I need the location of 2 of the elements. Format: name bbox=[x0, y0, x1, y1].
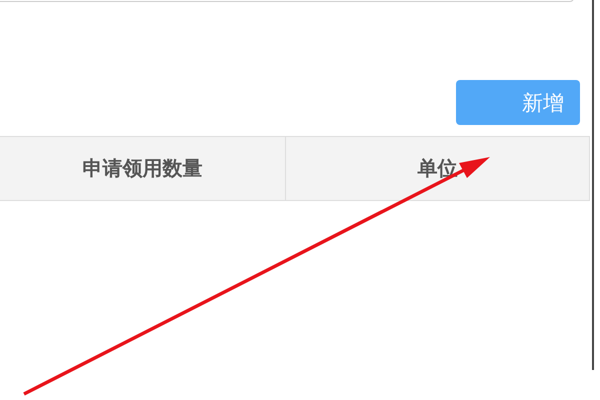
column-header: 申请领用数量 bbox=[0, 137, 286, 200]
add-button[interactable]: 新增 bbox=[456, 80, 580, 125]
